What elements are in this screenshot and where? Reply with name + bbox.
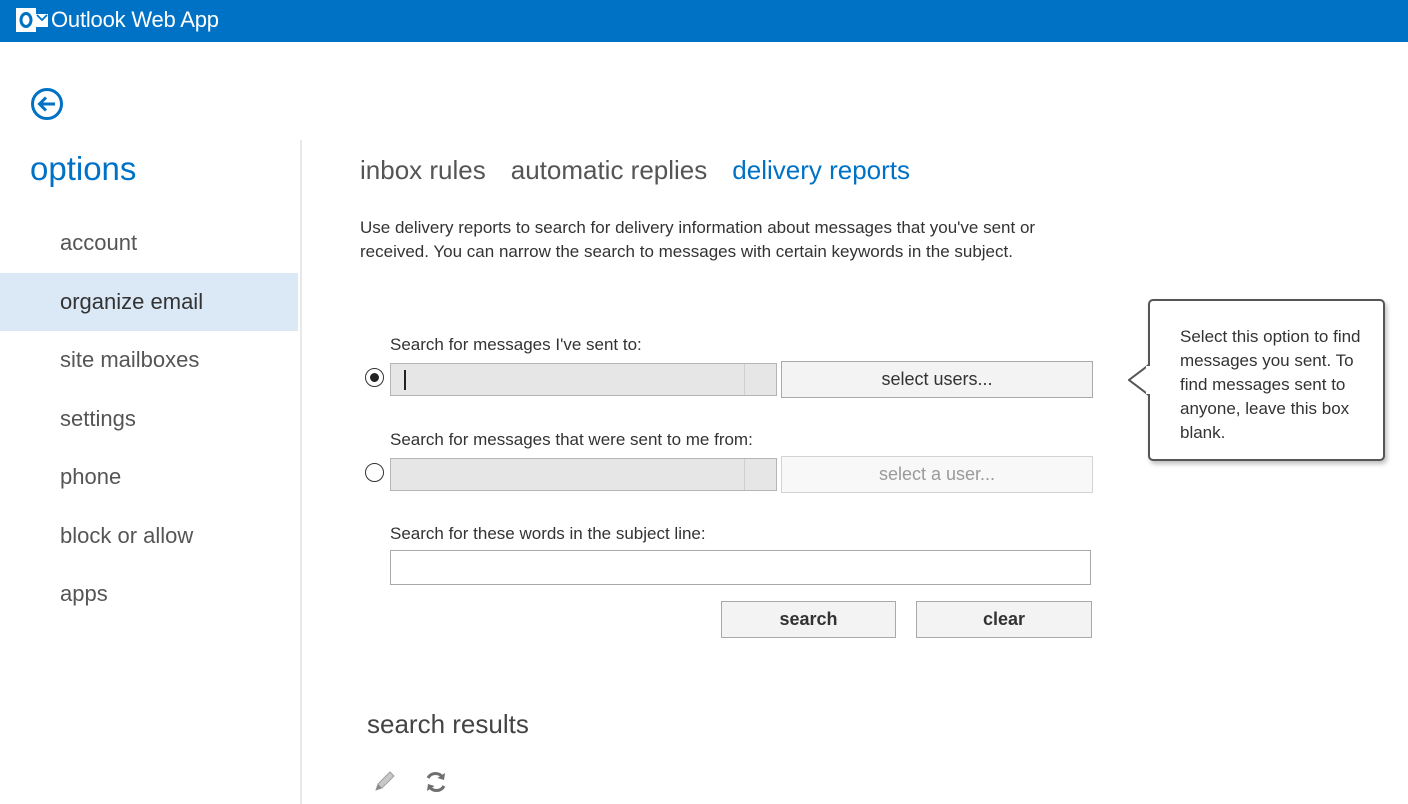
sidebar-item-settings[interactable]: settings	[0, 390, 298, 449]
back-arrow-icon[interactable]	[30, 87, 64, 121]
sidebar-item-phone[interactable]: phone	[0, 448, 298, 507]
sidebar-item-label: phone	[60, 464, 122, 490]
clear-button[interactable]: clear	[916, 601, 1092, 638]
sidebar-nav: account organize email site mailboxes se…	[0, 214, 298, 624]
tab-delivery-reports[interactable]: delivery reports	[732, 155, 910, 186]
sidebar-item-label: site mailboxes	[60, 347, 200, 373]
field-divider	[744, 459, 745, 490]
pencil-icon[interactable]	[370, 768, 398, 796]
outlook-logo-icon	[16, 8, 48, 32]
app-header: Outlook Web App	[0, 0, 1408, 42]
app-title: Outlook Web App	[51, 7, 219, 32]
sent-to-label: Search for messages I've sent to:	[390, 335, 642, 354]
subject-label: Search for these words in the subject li…	[390, 524, 706, 543]
tab-bar: inbox rules automatic replies delivery r…	[360, 155, 910, 186]
refresh-icon[interactable]	[422, 768, 450, 796]
select-users-button[interactable]: select users...	[781, 361, 1093, 398]
search-results-title: search results	[367, 709, 529, 739]
field-divider	[744, 364, 745, 395]
sidebar-item-label: organize email	[60, 288, 204, 314]
radio-selected-dot	[369, 372, 379, 382]
sidebar-item-apps[interactable]: apps	[0, 565, 298, 624]
sent-from-label: Search for messages that were sent to me…	[390, 430, 753, 449]
sidebar-item-organize-email[interactable]: organize email	[0, 272, 298, 331]
sidebar-item-site-mailboxes[interactable]: site mailboxes	[0, 331, 298, 390]
sent-to-radio[interactable]	[365, 368, 384, 387]
select-a-user-button[interactable]: select a user...	[781, 456, 1093, 493]
sidebar-item-label: block or allow	[60, 522, 194, 548]
callout-joint	[1146, 366, 1152, 394]
callout-text: Select this option to find messages you …	[1180, 327, 1361, 442]
search-button[interactable]: search	[721, 601, 896, 638]
sidebar-divider	[300, 140, 302, 804]
sent-to-field[interactable]	[390, 363, 777, 396]
help-callout: Select this option to find messages you …	[1148, 299, 1385, 461]
sidebar-item-label: account	[60, 230, 138, 256]
intro-text: Use delivery reports to search for deliv…	[360, 218, 1036, 261]
subject-input[interactable]	[390, 550, 1091, 585]
sidebar-item-account[interactable]: account	[0, 214, 298, 273]
sidebar-title: options	[30, 150, 137, 187]
sent-from-field[interactable]	[390, 458, 777, 491]
sidebar-item-label: apps	[60, 581, 108, 607]
tab-inbox-rules[interactable]: inbox rules	[360, 155, 486, 186]
sidebar-item-label: settings	[60, 405, 136, 431]
tab-automatic-replies[interactable]: automatic replies	[511, 155, 708, 186]
sent-from-radio[interactable]	[365, 463, 384, 482]
text-caret	[404, 370, 406, 390]
sidebar-item-block-or-allow[interactable]: block or allow	[0, 507, 298, 566]
